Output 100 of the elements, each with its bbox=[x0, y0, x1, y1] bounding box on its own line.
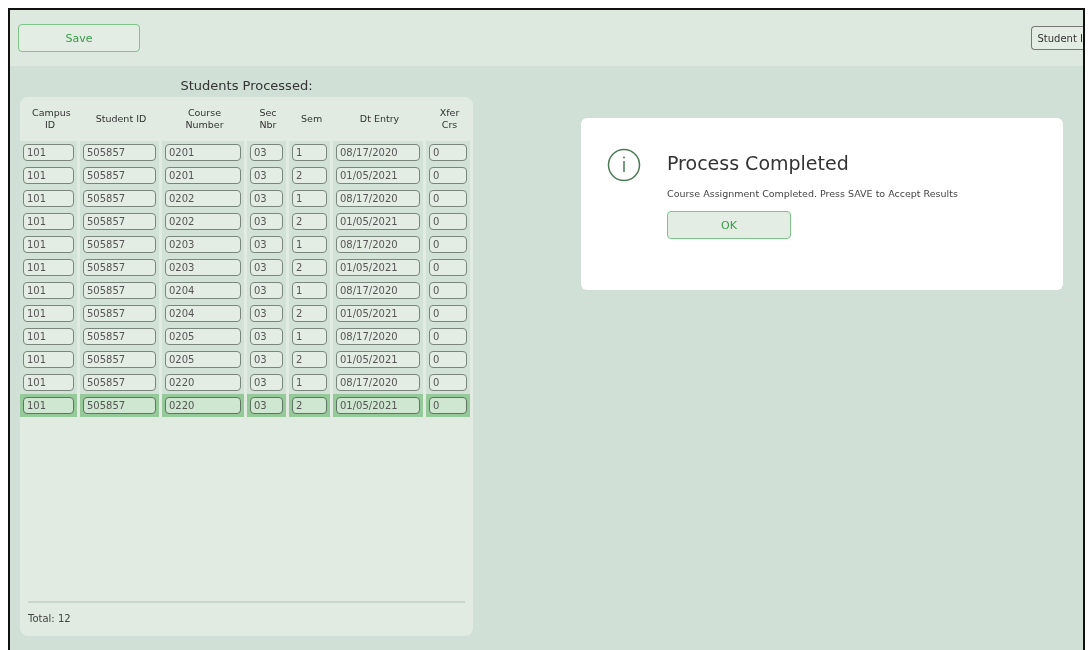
cell-field[interactable]: 101 bbox=[23, 167, 74, 184]
cell-field[interactable]: 03 bbox=[250, 167, 283, 184]
table-row[interactable]: 101 505857 0220 03 2 01/05/2021 0 bbox=[20, 394, 473, 417]
cell-field[interactable]: 0 bbox=[429, 305, 467, 322]
cell-field[interactable]: 0202 bbox=[165, 190, 241, 207]
cell-field[interactable]: 0 bbox=[429, 328, 467, 345]
cell-field[interactable]: 505857 bbox=[83, 305, 156, 322]
table-row[interactable]: 101 505857 0205 03 2 01/05/2021 0 bbox=[20, 348, 473, 371]
column-header: Sec Nbr bbox=[258, 107, 278, 131]
table-row[interactable]: 101 505857 0203 03 1 08/17/2020 0 bbox=[20, 233, 473, 256]
cell-field[interactable]: 2 bbox=[292, 259, 327, 276]
table-row[interactable]: 101 505857 0201 03 2 01/05/2021 0 bbox=[20, 164, 473, 187]
cell-field[interactable]: 1 bbox=[292, 144, 327, 161]
cell-field[interactable]: 0203 bbox=[165, 259, 241, 276]
cell-field[interactable]: 2 bbox=[292, 305, 327, 322]
cell-field[interactable]: 0 bbox=[429, 167, 467, 184]
cell-field[interactable]: 505857 bbox=[83, 213, 156, 230]
cell-field[interactable]: 0205 bbox=[165, 351, 241, 368]
cell-field[interactable]: 505857 bbox=[83, 374, 156, 391]
cell-field[interactable]: 01/05/2021 bbox=[336, 351, 420, 368]
cell-field[interactable]: 03 bbox=[250, 374, 283, 391]
cell-field[interactable]: 2 bbox=[292, 351, 327, 368]
cell-field[interactable]: 101 bbox=[23, 282, 74, 299]
cell-field[interactable]: 0 bbox=[429, 144, 467, 161]
cell-field[interactable]: 505857 bbox=[83, 259, 156, 276]
cell-field[interactable]: 0 bbox=[429, 213, 467, 230]
table-row[interactable]: 101 505857 0204 03 2 01/05/2021 0 bbox=[20, 302, 473, 325]
cell-field[interactable]: 03 bbox=[250, 351, 283, 368]
cell-field[interactable]: 101 bbox=[23, 305, 74, 322]
cell-field[interactable]: 08/17/2020 bbox=[336, 282, 420, 299]
cell-field[interactable]: 01/05/2021 bbox=[336, 259, 420, 276]
student-button[interactable]: Student I bbox=[1030, 26, 1083, 50]
cell-field[interactable]: 505857 bbox=[83, 144, 156, 161]
table-row[interactable]: 101 505857 0204 03 1 08/17/2020 0 bbox=[20, 279, 473, 302]
table-row[interactable]: 101 505857 0202 03 2 01/05/2021 0 bbox=[20, 210, 473, 233]
cell-field[interactable]: 101 bbox=[23, 374, 74, 391]
cell-field[interactable]: 505857 bbox=[83, 236, 156, 253]
cell-field[interactable]: 0220 bbox=[165, 374, 241, 391]
cell-field[interactable]: 505857 bbox=[83, 190, 156, 207]
cell-field[interactable]: 01/05/2021 bbox=[336, 305, 420, 322]
cell-field[interactable]: 1 bbox=[292, 374, 327, 391]
cell-field[interactable]: 505857 bbox=[83, 397, 156, 414]
cell-field[interactable]: 505857 bbox=[83, 282, 156, 299]
cell-field[interactable]: 2 bbox=[292, 167, 327, 184]
cell-field[interactable]: 0201 bbox=[165, 167, 241, 184]
cell-field[interactable]: 2 bbox=[292, 397, 327, 414]
cell-field[interactable]: 03 bbox=[250, 305, 283, 322]
cell-field[interactable]: 03 bbox=[250, 236, 283, 253]
cell-field[interactable]: 505857 bbox=[83, 328, 156, 345]
cell-field[interactable]: 101 bbox=[23, 236, 74, 253]
column-header: Course Number bbox=[184, 107, 225, 131]
cell-field[interactable]: 101 bbox=[23, 328, 74, 345]
cell-field[interactable]: 08/17/2020 bbox=[336, 144, 420, 161]
cell-field[interactable]: 01/05/2021 bbox=[336, 167, 420, 184]
cell-field[interactable]: 0204 bbox=[165, 282, 241, 299]
cell-field[interactable]: 101 bbox=[23, 351, 74, 368]
cell-field[interactable]: 0 bbox=[429, 259, 467, 276]
cell-field[interactable]: 101 bbox=[23, 144, 74, 161]
cell-field[interactable]: 03 bbox=[250, 259, 283, 276]
cell-field[interactable]: 08/17/2020 bbox=[336, 328, 420, 345]
cell-field[interactable]: 0205 bbox=[165, 328, 241, 345]
cell-field[interactable]: 03 bbox=[250, 144, 283, 161]
cell-field[interactable]: 03 bbox=[250, 397, 283, 414]
cell-field[interactable]: 0220 bbox=[165, 397, 241, 414]
cell-field[interactable]: 0204 bbox=[165, 305, 241, 322]
cell-field[interactable]: 03 bbox=[250, 282, 283, 299]
cell-field[interactable]: 0203 bbox=[165, 236, 241, 253]
cell-field[interactable]: 2 bbox=[292, 213, 327, 230]
cell-field[interactable]: 08/17/2020 bbox=[336, 190, 420, 207]
cell-field[interactable]: 0 bbox=[429, 374, 467, 391]
cell-field[interactable]: 03 bbox=[250, 190, 283, 207]
table-row[interactable]: 101 505857 0202 03 1 08/17/2020 0 bbox=[20, 187, 473, 210]
cell-field[interactable]: 08/17/2020 bbox=[336, 374, 420, 391]
cell-field[interactable]: 1 bbox=[292, 282, 327, 299]
cell-field[interactable]: 0 bbox=[429, 397, 467, 414]
cell-field[interactable]: 1 bbox=[292, 328, 327, 345]
table-row[interactable]: 101 505857 0203 03 2 01/05/2021 0 bbox=[20, 256, 473, 279]
cell-field[interactable]: 01/05/2021 bbox=[336, 213, 420, 230]
cell-field[interactable]: 0 bbox=[429, 282, 467, 299]
cell-field[interactable]: 01/05/2021 bbox=[336, 397, 420, 414]
cell-field[interactable]: 505857 bbox=[83, 167, 156, 184]
cell-field[interactable]: 03 bbox=[250, 328, 283, 345]
table-row[interactable]: 101 505857 0220 03 1 08/17/2020 0 bbox=[20, 371, 473, 394]
cell-field[interactable]: 505857 bbox=[83, 351, 156, 368]
cell-field[interactable]: 03 bbox=[250, 213, 283, 230]
cell-field[interactable]: 0 bbox=[429, 351, 467, 368]
column-header: Dt Entry bbox=[358, 113, 401, 125]
cell-field[interactable]: 1 bbox=[292, 190, 327, 207]
table-row[interactable]: 101 505857 0201 03 1 08/17/2020 0 bbox=[20, 141, 473, 164]
cell-field[interactable]: 101 bbox=[23, 397, 74, 414]
cell-field[interactable]: 101 bbox=[23, 190, 74, 207]
cell-field[interactable]: 0 bbox=[429, 236, 467, 253]
cell-field[interactable]: 101 bbox=[23, 259, 74, 276]
cell-field[interactable]: 0 bbox=[429, 190, 467, 207]
cell-field[interactable]: 0202 bbox=[165, 213, 241, 230]
cell-field[interactable]: 1 bbox=[292, 236, 327, 253]
cell-field[interactable]: 08/17/2020 bbox=[336, 236, 420, 253]
cell-field[interactable]: 0201 bbox=[165, 144, 241, 161]
cell-field[interactable]: 101 bbox=[23, 213, 74, 230]
table-row[interactable]: 101 505857 0205 03 1 08/17/2020 0 bbox=[20, 325, 473, 348]
